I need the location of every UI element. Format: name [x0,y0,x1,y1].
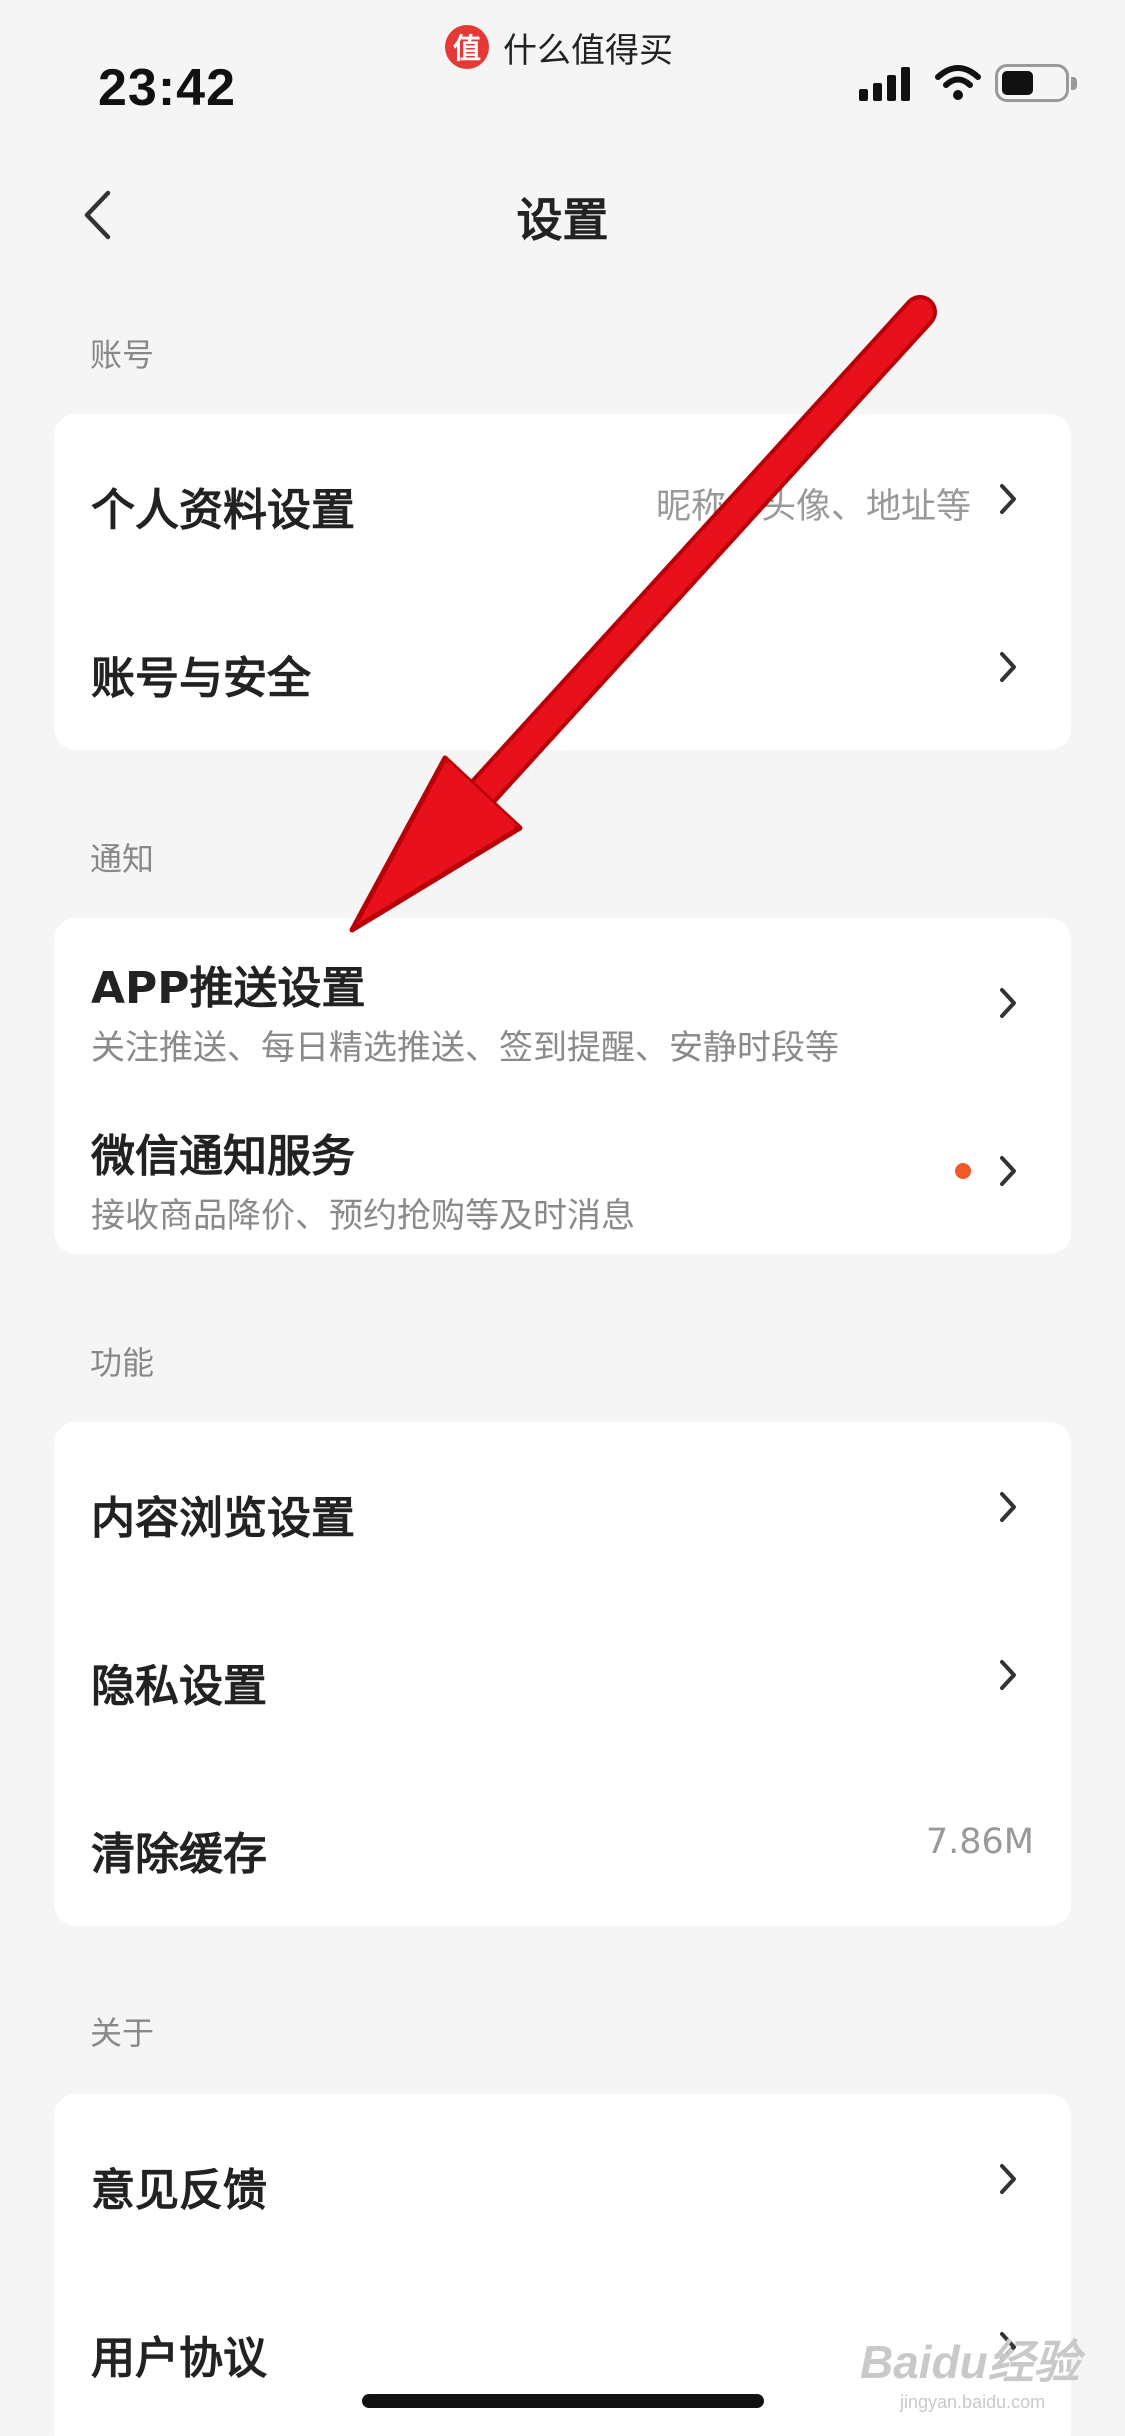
item-title: 意见反馈 [91,2165,267,2216]
wifi-icon [935,65,981,100]
settings-item-feedback[interactable]: 意见反馈 [54,2094,1071,2262]
navigation-bar: 设置 [0,160,1125,270]
settings-item-profile[interactable]: 个人资料设置 昵称、头像、地址等 [54,414,1071,582]
settings-item-clear-cache[interactable]: 清除缓存 7.86M [54,1758,1071,1926]
account-card: 个人资料设置 昵称、头像、地址等 账号与安全 [54,414,1071,750]
page-title: 设置 [516,193,609,247]
baidu-watermark: Baidu经验 jingyan.baidu.com [860,2326,1080,2413]
item-title: 个人资料设置 [91,485,355,536]
item-title: 用户协议 [91,2333,267,2384]
item-subtitle: 关注推送、每日精选推送、签到提醒、安静时段等 [91,1028,839,1068]
chevron-right-icon [1000,484,1016,514]
cache-size-value: 7.86M [925,1822,1034,1862]
item-title: APP推送设置 [91,963,366,1014]
item-value: 昵称、头像、地址等 [655,487,971,527]
section-label-features: 功能 [90,1344,155,1382]
item-title: 账号与安全 [91,653,311,704]
status-bar: 23:42 值 什么值得买 [0,0,1125,130]
status-icons [859,64,1077,102]
chevron-right-icon [1000,652,1016,682]
cellular-signal-icon [859,65,915,101]
item-title: 隐私设置 [91,1661,267,1712]
battery-icon [995,64,1077,102]
chevron-right-icon [1000,2164,1016,2194]
settings-item-wechat-notify[interactable]: 微信通知服务 接收商品降价、预约抢购等及时消息 [54,1086,1071,1254]
home-indicator[interactable] [362,2394,764,2408]
status-time: 23:42 [98,59,236,117]
settings-item-privacy[interactable]: 隐私设置 [54,1590,1071,1758]
chevron-right-icon [1000,1492,1016,1522]
watermark-sub: jingyan.baidu.com [900,2392,1046,2412]
section-label-notification: 通知 [90,840,155,878]
chevron-right-icon [1000,1156,1016,1186]
notification-card: APP推送设置 关注推送、每日精选推送、签到提醒、安静时段等 微信通知服务 接收… [54,918,1071,1254]
back-to-source-app[interactable]: 值 什么值得买 [445,22,673,72]
settings-item-app-push[interactable]: APP推送设置 关注推送、每日精选推送、签到提醒、安静时段等 [54,918,1071,1086]
item-title: 清除缓存 [91,1829,267,1880]
section-label-account: 账号 [90,336,155,374]
source-app-logo-icon: 值 [445,25,489,69]
source-app-name: 什么值得买 [503,30,673,71]
chevron-right-icon [1000,1660,1016,1690]
section-label-about: 关于 [90,2014,155,2052]
new-badge-dot [955,1163,971,1179]
features-card: 内容浏览设置 隐私设置 清除缓存 7.86M [54,1422,1071,1926]
item-title: 微信通知服务 [91,1131,355,1182]
chevron-right-icon [1000,988,1016,1018]
settings-item-content-browse[interactable]: 内容浏览设置 [54,1422,1071,1590]
settings-item-account-security[interactable]: 账号与安全 [54,582,1071,750]
item-subtitle: 接收商品降价、预约抢购等及时消息 [91,1196,635,1236]
watermark-main: Baidu经验 [860,2336,1080,2388]
item-title: 内容浏览设置 [91,1493,355,1544]
